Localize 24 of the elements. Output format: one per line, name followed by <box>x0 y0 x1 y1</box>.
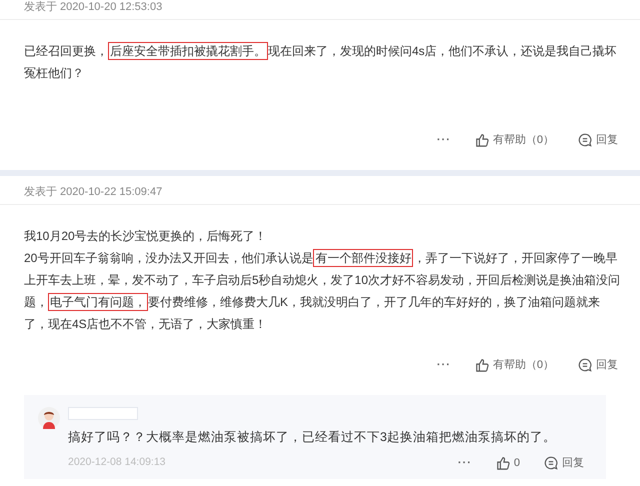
post-text: 20号开回车子翁翁响，没办法又开回去，他们承认说是 有一个部件没接好 ，弄了一下说好了，开回家停了一晚早上开车去上班，晕，发不动了，车子启动后5秒自动熄火，发了10次才好不容易发动，开回后检测说是换油箱没问题， 电子气门有问题， 要付费维修，维修费大几K，我就没明白了，开了几年的车好好的，换了油箱问题就来了，现在4S店也不不管，无语了，大家慎重！ <box>24 248 622 333</box>
thumbs-up-icon <box>474 358 489 372</box>
post-text: 已经召回更换， 后座安全带插扣被撬花割手。 现在回来了，发现的时候问4s店，他们不承认，还说是我自己撬坏冤枉他们？ <box>24 41 618 82</box>
more-button[interactable]: ··· <box>458 454 472 472</box>
reply-text: 搞好了吗？？大概率是燃油泵被搞坏了，已经看过不下3起换油箱把燃油泵搞坏的了。 <box>68 429 557 446</box>
redacted-name-block <box>68 407 138 420</box>
post-text: 我10月20号去的长沙宝悦更换的，后悔死了！ <box>24 228 268 245</box>
helpful-button[interactable]: 有帮助（0） <box>474 356 554 374</box>
post-timestamp: 发表于 2020-10-20 12:53:03 <box>24 1 162 13</box>
thumbs-up-icon <box>474 133 489 147</box>
thumbs-up-icon <box>496 456 510 470</box>
reply-button[interactable]: 回复 <box>578 356 618 374</box>
helpful-button[interactable]: 0 <box>496 454 520 472</box>
avatar-icon <box>38 407 60 429</box>
more-button[interactable]: ··· <box>436 132 451 148</box>
more-button[interactable]: ··· <box>436 356 451 374</box>
reply-timestamp: 2020-12-08 14:09:13 <box>68 455 166 470</box>
comment-icon <box>578 133 592 147</box>
reply-button[interactable]: 回复 <box>578 132 618 148</box>
helpful-button[interactable]: 有帮助（0） <box>474 132 554 148</box>
reply-button[interactable]: 回复 <box>544 454 584 472</box>
comment-icon <box>578 358 592 372</box>
comment-icon <box>544 456 558 470</box>
post-timestamp: 发表于 2020-10-22 15:09:47 <box>24 186 162 198</box>
